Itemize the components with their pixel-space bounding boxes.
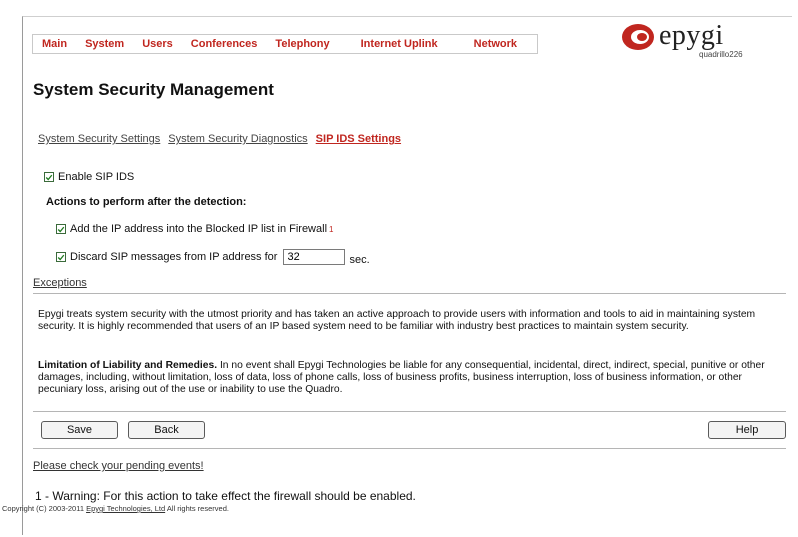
discard-sip-row: Discard SIP messages from IP address for…	[56, 248, 370, 266]
actions-heading: Actions to perform after the detection:	[46, 196, 247, 208]
menu-item-system[interactable]: System	[76, 35, 133, 53]
company-link[interactable]: Epygi Technologies, Ltd	[86, 504, 165, 513]
top-menu: Main System Users Conferences Telephony …	[32, 34, 539, 54]
pending-events-link[interactable]: Please check your pending events!	[33, 460, 204, 472]
footnote-marker: 1	[329, 224, 334, 234]
enable-sip-ids-label: Enable SIP IDS	[58, 171, 135, 183]
seconds-unit: sec.	[349, 254, 370, 266]
tab-system-security-settings[interactable]: System Security Settings	[38, 133, 160, 145]
block-ip-label: Add the IP address into the Blocked IP l…	[70, 223, 328, 235]
logo-word: epygi	[659, 20, 724, 51]
divider	[33, 448, 786, 449]
discard-seconds-input[interactable]	[283, 249, 346, 265]
discard-sip-checkbox[interactable]	[56, 252, 66, 262]
tab-sip-ids-settings[interactable]: SIP IDS Settings	[316, 133, 401, 145]
checkmark-icon	[45, 174, 53, 180]
menu-item-main[interactable]: Main	[33, 35, 76, 53]
copyright-suffix: All rights reserved.	[165, 504, 229, 513]
discard-sip-label: Discard SIP messages from IP address for	[70, 251, 278, 263]
security-paragraph: Epygi treats system security with the ut…	[38, 309, 756, 332]
checkmark-icon	[57, 254, 65, 260]
divider	[33, 293, 786, 294]
liability-title: Limitation of Liability and Remedies.	[38, 360, 218, 371]
enable-sip-ids-row: Enable SIP IDS	[44, 171, 134, 183]
device-name: quadrillo226	[699, 50, 743, 59]
menu-item-telephony[interactable]: Telephony	[266, 35, 338, 53]
enable-sip-ids-checkbox[interactable]	[44, 172, 54, 182]
page-title: System Security Management	[33, 80, 274, 99]
sub-tabs: System Security Settings System Security…	[38, 133, 401, 145]
block-ip-row: Add the IP address into the Blocked IP l…	[56, 223, 333, 235]
help-button[interactable]: Help	[708, 421, 786, 439]
copyright-prefix: Copyright (C) 2003-2011	[2, 504, 87, 513]
checkmark-icon	[57, 226, 65, 232]
firewall-warning: 1 - Warning: For this action to take eff…	[35, 489, 416, 503]
exceptions-link[interactable]: Exceptions	[33, 277, 87, 289]
epygi-logo: epygi quadrillo226	[621, 20, 776, 66]
menu-item-users[interactable]: Users	[133, 35, 182, 53]
block-ip-checkbox[interactable]	[56, 224, 66, 234]
menu-item-network[interactable]: Network	[460, 35, 537, 53]
menu-item-internet-uplink[interactable]: Internet Uplink	[339, 35, 460, 53]
liability-paragraph: Limitation of Liability and Remedies. In…	[38, 360, 786, 396]
menu-item-conferences[interactable]: Conferences	[182, 35, 267, 53]
save-button[interactable]: Save	[41, 421, 118, 439]
epygi-logo-icon	[622, 24, 654, 50]
divider	[33, 411, 786, 412]
tab-system-security-diagnostics[interactable]: System Security Diagnostics	[168, 133, 307, 145]
copyright: Copyright (C) 2003-2011 Epygi Technologi…	[2, 504, 229, 513]
back-button[interactable]: Back	[128, 421, 205, 439]
